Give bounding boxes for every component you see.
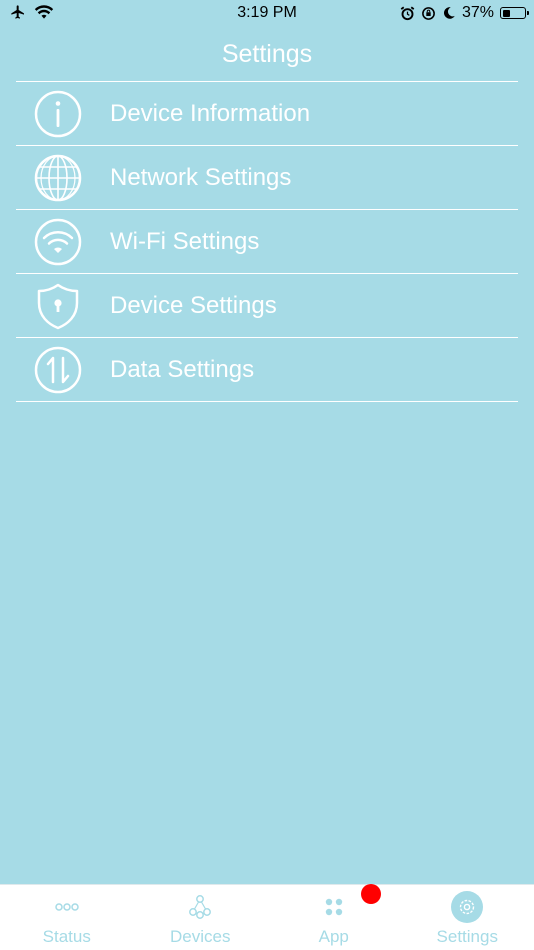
globe-icon: [34, 154, 82, 202]
battery-percent: 37%: [461, 4, 494, 21]
status-bar: 3:19 PM 37%: [0, 0, 534, 26]
menu-item-network-settings[interactable]: Network Settings: [16, 146, 518, 210]
tab-status[interactable]: Status: [0, 885, 134, 950]
battery-fill: [502, 9, 510, 17]
shield-icon: [37, 283, 79, 330]
menu-item-label: Wi-Fi Settings: [110, 227, 260, 255]
menu-item-label: Data Settings: [110, 355, 255, 383]
gear-icon: [451, 891, 484, 923]
status-icon: [55, 903, 79, 911]
alarm-icon: [400, 6, 415, 20]
menu-item-label: Device Settings: [110, 291, 277, 319]
menu-item-label: Network Settings: [110, 163, 292, 191]
settings-menu: Device Information Network Settings Wi-F…: [16, 81, 518, 402]
wifi-icon: [34, 218, 82, 266]
tab-label: App: [318, 927, 349, 946]
app-icon: [325, 898, 342, 916]
menu-item-device-information[interactable]: Device Information: [16, 82, 518, 146]
devices-icon: [189, 895, 212, 919]
menu-item-device-settings[interactable]: Device Settings: [16, 274, 518, 338]
page-title: Settings: [221, 40, 313, 68]
notification-badge: [361, 884, 381, 904]
tab-label: Status: [42, 927, 91, 946]
tab-settings[interactable]: Settings: [401, 885, 534, 950]
status-right: 37%: [400, 4, 529, 22]
menu-item-label: Device Information: [110, 99, 311, 127]
tab-label: Devices: [170, 927, 231, 946]
tab-label: Settings: [436, 927, 498, 946]
battery-icon: [500, 7, 529, 19]
data-transfer-icon: [34, 346, 82, 394]
tab-devices[interactable]: Devices: [134, 885, 268, 950]
menu-item-data-settings[interactable]: Data Settings: [16, 338, 518, 402]
moon-icon: [443, 7, 455, 19]
info-icon: [34, 90, 82, 138]
tab-bar: Status Devices App Settings: [0, 884, 534, 950]
menu-item-wifi-settings[interactable]: Wi-Fi Settings: [16, 210, 518, 274]
rotation-lock-icon: [422, 6, 435, 20]
